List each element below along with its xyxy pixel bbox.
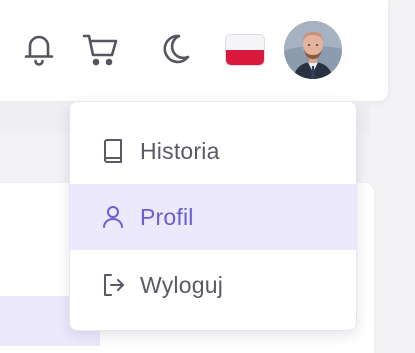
avatar[interactable] — [284, 21, 342, 79]
language-flag-button[interactable] — [225, 34, 265, 66]
flag-top-stripe — [226, 35, 264, 50]
flag-bottom-stripe — [226, 50, 264, 65]
logout-icon — [102, 273, 124, 297]
cart-icon[interactable] — [82, 31, 120, 67]
menu-item-label: Profil — [140, 203, 194, 230]
bell-icon[interactable] — [22, 31, 56, 67]
moon-icon[interactable] — [158, 32, 192, 66]
user-icon — [102, 205, 124, 229]
book-icon — [102, 139, 124, 163]
user-dropdown-menu: Historia Profil Wyloguj — [69, 101, 357, 331]
menu-item-label: Historia — [140, 137, 220, 164]
menu-item-wyloguj[interactable]: Wyloguj — [70, 252, 356, 318]
menu-item-label: Wyloguj — [140, 271, 224, 298]
menu-item-profil[interactable]: Profil — [70, 184, 356, 250]
menu-item-historia[interactable]: Historia — [70, 118, 356, 184]
